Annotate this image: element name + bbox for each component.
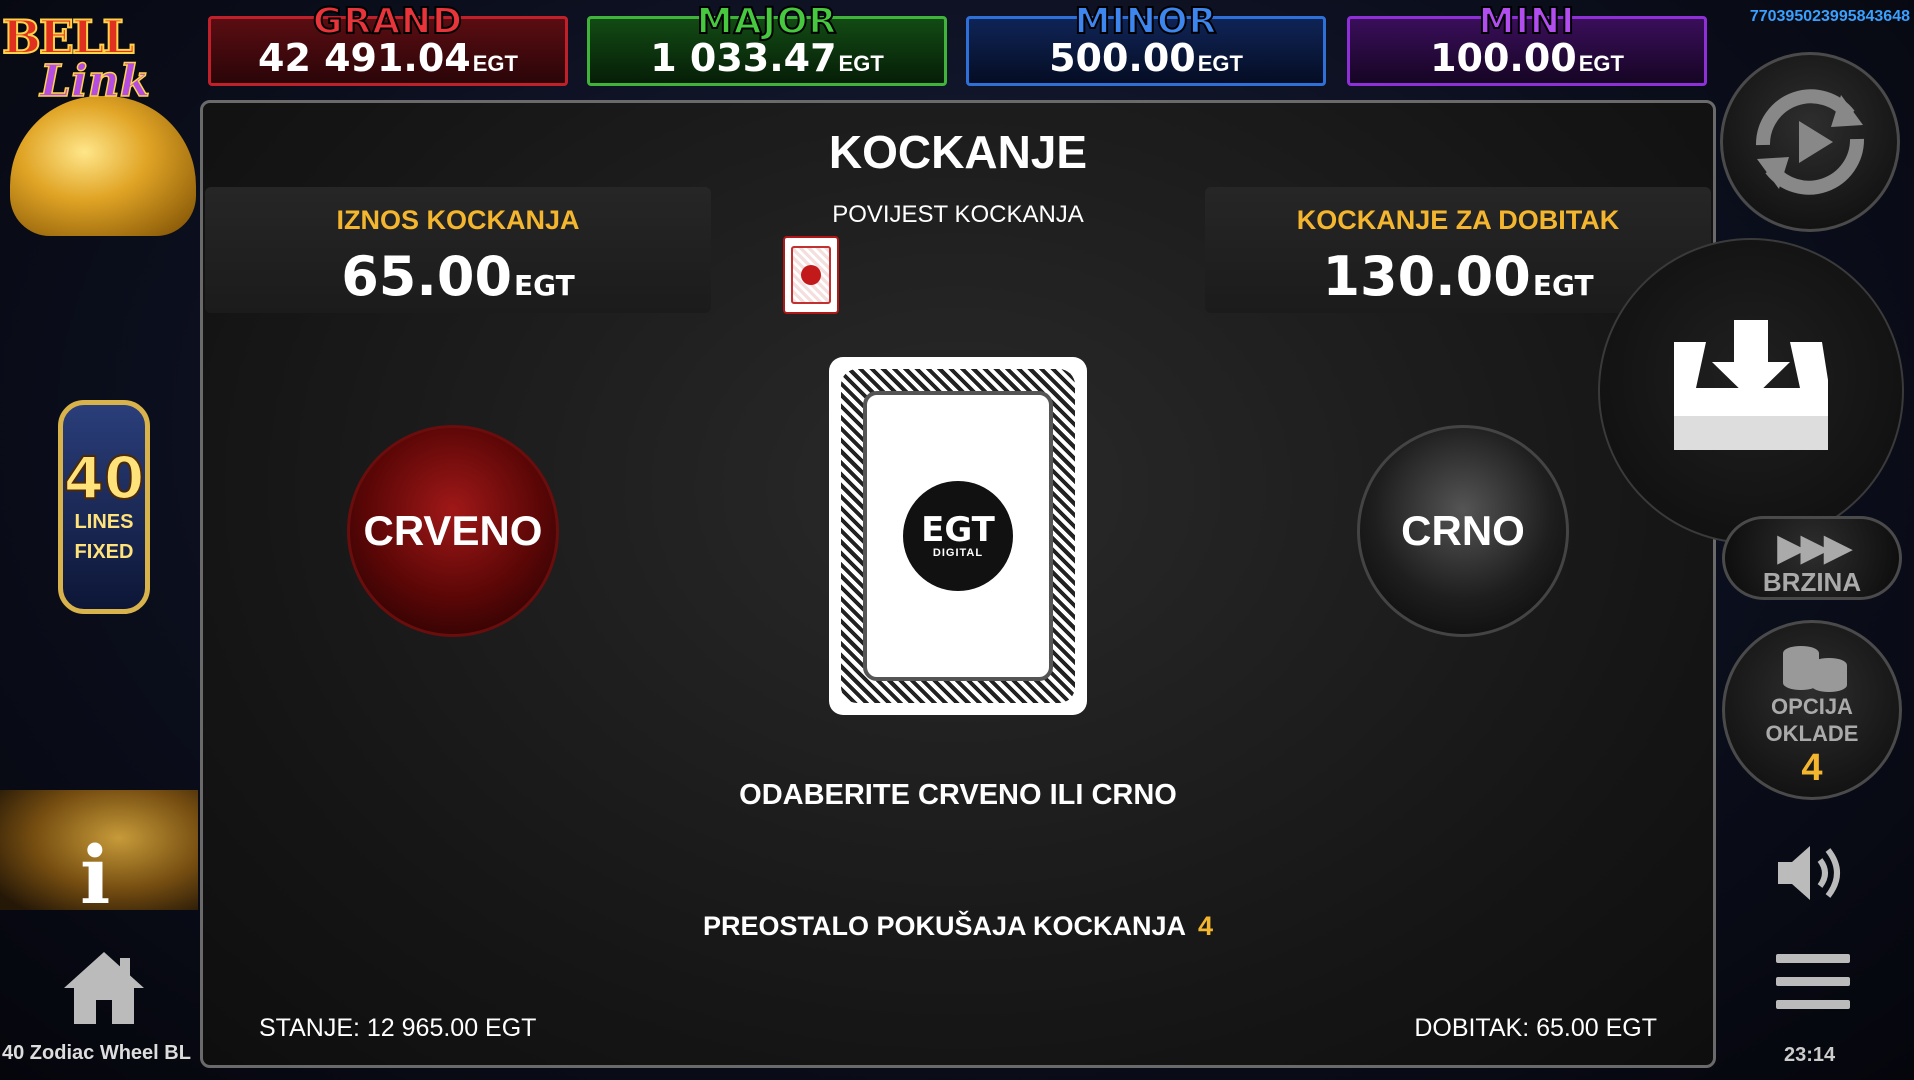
history-card-back (791, 246, 831, 304)
lines-number: 40 (63, 444, 146, 512)
game-logo-line2: Link (39, 55, 151, 108)
coins-icon (1783, 646, 1847, 692)
choose-color-prompt: ODABERITE CRVENO ILI CRNO (739, 779, 1177, 811)
jackpot-minor: MINOR 500.00 EGT (966, 0, 1326, 86)
jackpot-major-currency: EGT (838, 51, 884, 76)
collect-icon (1674, 320, 1828, 450)
home-button[interactable] (60, 948, 148, 1028)
card-face: EGT DIGITAL (863, 391, 1053, 681)
jackpot-mini-title: MINI (1478, 0, 1576, 43)
hamburger-icon-line (1776, 954, 1850, 963)
jackpot-mini-currency: EGT (1578, 51, 1624, 76)
bet-options-button[interactable]: OPCIJA OKLADE 4 (1722, 620, 1902, 800)
jackpot-major-title: MAJOR (696, 0, 838, 43)
history-card (783, 236, 839, 314)
clock: 23:14 (1784, 1044, 1836, 1066)
speaker-icon (1778, 846, 1840, 900)
jackpot-grand: GRAND 42 491.04 EGT (208, 0, 568, 86)
jackpot-grand-title: GRAND (312, 0, 464, 43)
lines-label: LINES (74, 511, 134, 533)
fast-forward-icon: ▶▶▶ (1777, 527, 1853, 569)
menu-button[interactable] (1776, 954, 1850, 1018)
hamburger-icon-line (1776, 1000, 1850, 1009)
jackpot-minor-title: MINOR (1074, 0, 1218, 43)
game-name: 40 Zodiac Wheel BL (2, 1042, 191, 1064)
balance-display: STANJE: 12 965.00 EGT (259, 1014, 537, 1042)
red-button[interactable]: CRVENO (347, 425, 559, 637)
autoplay-icon (1755, 89, 1865, 195)
gamble-amount-currency: EGT (514, 269, 575, 302)
egt-logo-icon: EGT DIGITAL (903, 481, 1013, 591)
card-pattern-frame: EGT DIGITAL (841, 369, 1075, 703)
jackpot-minor-currency: EGT (1197, 51, 1243, 76)
hamburger-icon-line (1776, 977, 1850, 986)
jackpot-mini: MINI 100.00 EGT (1347, 0, 1707, 86)
gamble-to-win-value: 130.00 (1322, 245, 1531, 308)
remaining-attempts: PREOSTALO POKUŠAJA KOCKANJA 4 (203, 911, 1713, 942)
sound-button[interactable] (1774, 838, 1850, 908)
bell-logo-image (10, 96, 196, 236)
black-button[interactable]: CRNO (1357, 425, 1569, 637)
jackpot-grand-value: 42 491.04 (258, 36, 471, 80)
gamble-title: KOCKANJE (828, 126, 1088, 178)
session-id: 770395023995843648 (1749, 8, 1910, 25)
gamble-card: EGT DIGITAL (829, 357, 1087, 715)
gamble-amount-value-row: 65.00EGT (205, 245, 711, 308)
collect-button[interactable] (1598, 238, 1904, 544)
autoplay-button[interactable] (1720, 52, 1900, 232)
jackpot-major-value: 1 033.47 (650, 36, 837, 80)
fixed-label: FIXED (74, 541, 134, 563)
jackpot-major: MAJOR 1 033.47 EGT (587, 0, 947, 86)
bet-options-label-line2: OKLADE (1765, 721, 1859, 746)
card-logo-icon (801, 265, 821, 285)
egt-logo-text: EGT (921, 510, 995, 550)
speed-label: BRZINA (1762, 567, 1862, 597)
home-icon (64, 952, 144, 1024)
jackpot-mini-value: 100.00 (1430, 36, 1577, 80)
bet-options-value: 4 (1801, 747, 1823, 789)
remaining-attempts-label: PREOSTALO POKUŠAJA KOCKANJA (702, 911, 1186, 941)
gamble-to-win-currency: EGT (1532, 269, 1594, 302)
jackpot-minor-value: 500.00 (1049, 36, 1196, 80)
bet-options-label-line1: OPCIJA (1771, 694, 1853, 719)
info-button[interactable]: i (80, 835, 110, 915)
lines-fixed-badge: 40 LINES FIXED (58, 400, 150, 614)
speed-button[interactable]: ▶▶▶ BRZINA (1722, 516, 1902, 600)
win-display: DOBITAK: 65.00 EGT (1414, 1014, 1657, 1042)
gamble-to-win-label: KOCKANJE ZA DOBITAK (1296, 205, 1620, 235)
egt-logo-subtext: DIGITAL (932, 547, 984, 559)
jackpot-grand-currency: EGT (472, 51, 518, 76)
remaining-attempts-value: 4 (1198, 911, 1214, 941)
gamble-amount-value: 65.00 (341, 245, 513, 308)
gamble-panel: KOCKANJE IZNOS KOCKANJA 65.00EGT POVIJES… (200, 100, 1716, 1068)
bet-options-label: OPCIJA OKLADE (1725, 693, 1899, 747)
